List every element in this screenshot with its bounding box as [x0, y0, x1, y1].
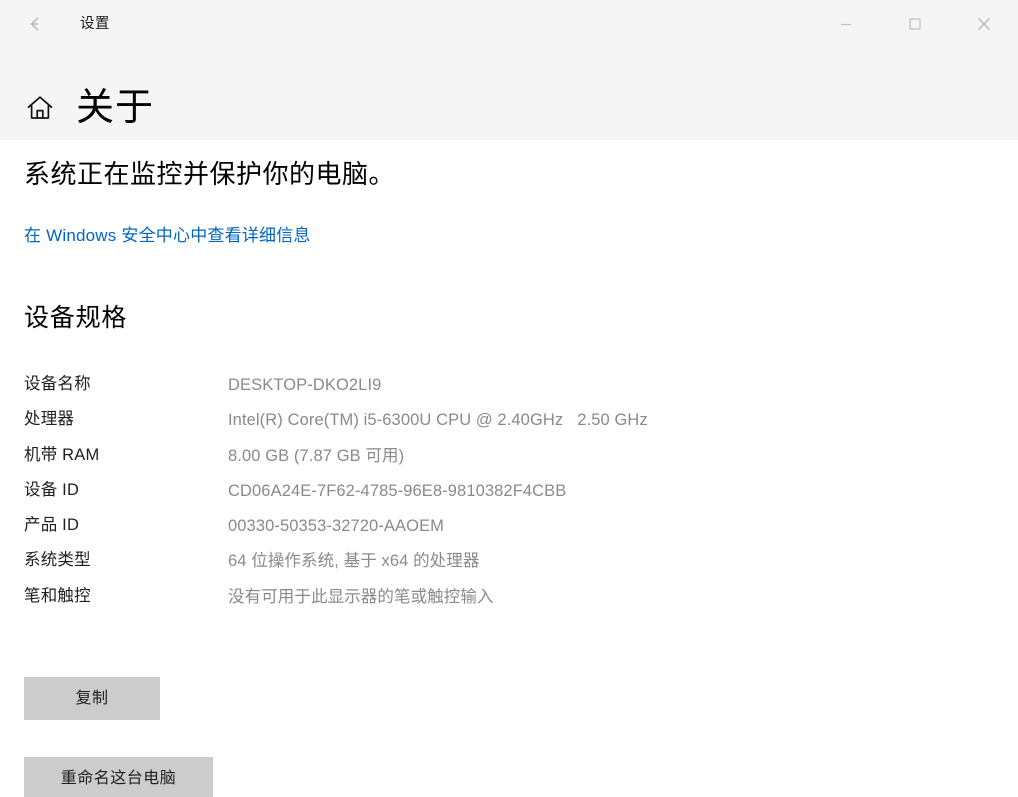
page-header: 关于 [24, 78, 154, 138]
spec-value: 00330-50353-32720-AAOEM [228, 517, 445, 536]
spec-label: 产品 ID [24, 516, 80, 535]
close-button[interactable] [949, 0, 1018, 48]
table-row: 设备 ID CD06A24E-7F62-4785-96E8-9810382F4C… [24, 480, 724, 503]
spec-value: 64 位操作系统, 基于 x64 的处理器 [228, 552, 480, 571]
copy-button[interactable]: 复制 [24, 677, 160, 720]
table-row: 设备名称 DESKTOP-DKO2LI9 [24, 374, 724, 397]
device-specs-heading: 设备规格 [24, 304, 128, 332]
minimize-button[interactable] [811, 0, 880, 48]
maximize-button[interactable] [880, 0, 949, 48]
security-status-text: 系统正在监控并保护你的电脑。 [24, 159, 396, 189]
page-title: 关于 [76, 87, 155, 129]
rename-pc-button[interactable]: 重命名这台电脑 [24, 757, 213, 797]
spec-label: 处理器 [24, 410, 75, 429]
spec-label: 笔和触控 [24, 586, 91, 605]
spec-label: 系统类型 [24, 551, 91, 570]
back-button[interactable] [14, 4, 60, 44]
spec-value: CD06A24E-7F62-4785-96E8-9810382F4CBB [228, 481, 567, 500]
table-row: 产品 ID 00330-50353-32720-AAOEM [24, 515, 724, 538]
title-bar: 设置 [0, 0, 1018, 48]
minimize-icon [840, 18, 852, 30]
window-controls [811, 0, 1018, 48]
security-details-link[interactable]: 在 Windows 安全中心中查看详细信息 [24, 226, 311, 246]
device-specs-table: 设备名称 DESKTOP-DKO2LI9 处理器 Intel(R) Core(T… [24, 374, 724, 621]
table-row: 机带 RAM 8.00 GB (7.87 GB 可用) [24, 445, 724, 468]
table-row: 系统类型 64 位操作系统, 基于 x64 的处理器 [24, 550, 724, 573]
settings-window: 设置 关于 系统正在监控并保护你的电脑。 在 Windows 安全中心中查看详细… [0, 0, 1018, 797]
spec-label: 设备 ID [24, 480, 80, 499]
back-arrow-icon [26, 13, 48, 35]
close-icon [977, 17, 991, 31]
spec-value: 8.00 GB (7.87 GB 可用) [228, 446, 405, 465]
spec-label: 机带 RAM [24, 445, 100, 464]
content-area: 系统正在监控并保护你的电脑。 在 Windows 安全中心中查看详细信息 设备规… [0, 140, 1018, 797]
spec-value: 没有可用于此显示器的笔或触控输入 [228, 587, 494, 606]
window-title: 设置 [80, 15, 110, 32]
table-row: 处理器 Intel(R) Core(TM) i5-6300U CPU @ 2.4… [24, 409, 724, 432]
table-row: 笔和触控 没有可用于此显示器的笔或触控输入 [24, 586, 724, 609]
maximize-icon [908, 18, 921, 30]
home-icon[interactable] [24, 92, 56, 124]
spec-label: 设备名称 [24, 375, 91, 393]
spec-value: Intel(R) Core(TM) i5-6300U CPU @ 2.40GHz… [228, 411, 648, 430]
spec-value: DESKTOP-DKO2LI9 [228, 376, 382, 394]
